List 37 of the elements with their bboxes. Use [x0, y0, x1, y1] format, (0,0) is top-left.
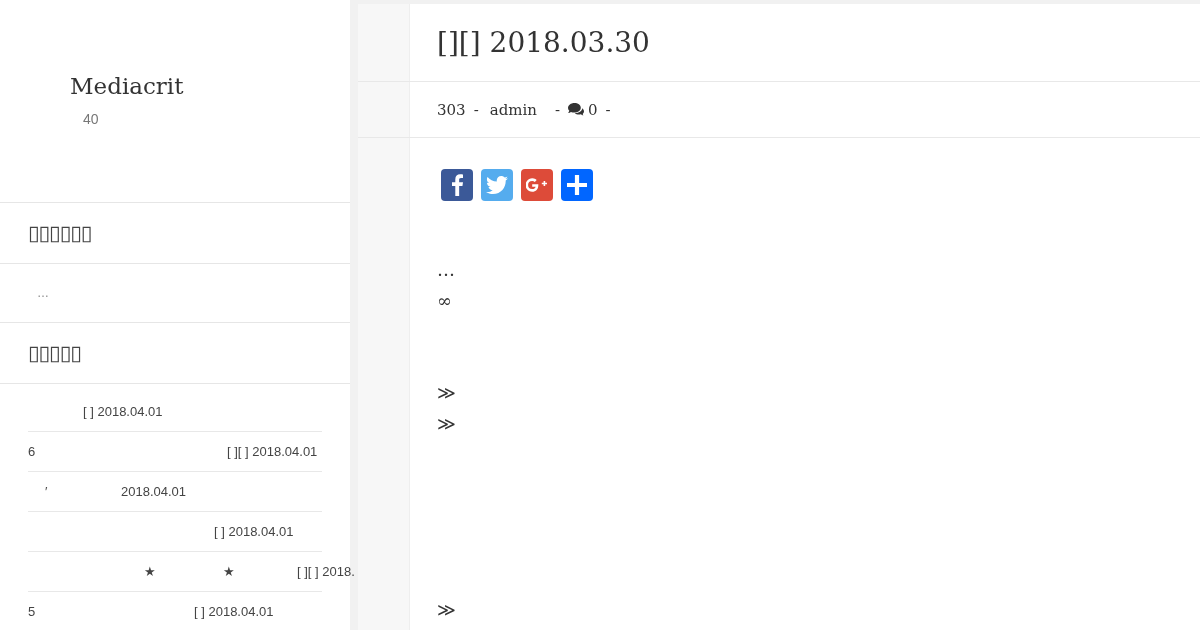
- share-button[interactable]: [561, 169, 593, 201]
- google-plus-share-button[interactable]: [521, 169, 553, 201]
- recent-post-link[interactable]: ′: [45, 482, 48, 501]
- facebook-share-button[interactable]: [441, 169, 473, 201]
- widget-text: …: [37, 286, 49, 300]
- facebook-icon: [451, 174, 463, 196]
- site-title[interactable]: Mediacrit: [70, 70, 184, 102]
- meta-separator: -: [473, 100, 479, 119]
- view-count: 303: [437, 100, 466, 119]
- content-line: ∞: [437, 289, 452, 313]
- recent-post-link[interactable]: 2018.04.01: [121, 482, 187, 501]
- comments-icon: [568, 103, 585, 116]
- comment-count: 0: [588, 100, 598, 119]
- twitter-share-button[interactable]: [481, 169, 513, 201]
- content-line: ≫: [437, 598, 456, 622]
- recent-post-link[interactable]: ★: [144, 562, 156, 581]
- content-line: ≫: [437, 381, 456, 405]
- author-link[interactable]: admin: [489, 100, 537, 119]
- widget-title: ▯▯▯▯▯: [28, 340, 81, 366]
- plus-icon: [567, 175, 587, 195]
- content-line: …: [437, 258, 455, 282]
- site-tagline: 40: [83, 110, 99, 129]
- bird-icon: [486, 176, 508, 194]
- recent-post-link[interactable]: [ ][ ] 2018.: [297, 562, 355, 581]
- google-plus-icon: [526, 178, 548, 192]
- meta-separator: -: [554, 100, 561, 119]
- recent-post-link[interactable]: [ ] 2018.04.01: [194, 603, 274, 621]
- recent-post-link[interactable]: 5: [28, 603, 36, 621]
- recent-post-link[interactable]: [ ] 2018.04.01: [83, 402, 163, 421]
- content-line: ≫: [437, 412, 456, 436]
- recent-post-link[interactable]: [ ] 2018.04.01: [214, 522, 294, 541]
- meta-separator: -: [605, 100, 611, 119]
- recent-post-link[interactable]: [ ][ ] 2018.04.01: [227, 442, 318, 461]
- recent-post-link[interactable]: 6: [28, 442, 36, 461]
- post-title: [][] 2018.03.30: [437, 24, 650, 61]
- recent-post-link[interactable]: ★: [223, 562, 235, 581]
- widget-title: ▯▯▯▯▯▯: [28, 220, 92, 246]
